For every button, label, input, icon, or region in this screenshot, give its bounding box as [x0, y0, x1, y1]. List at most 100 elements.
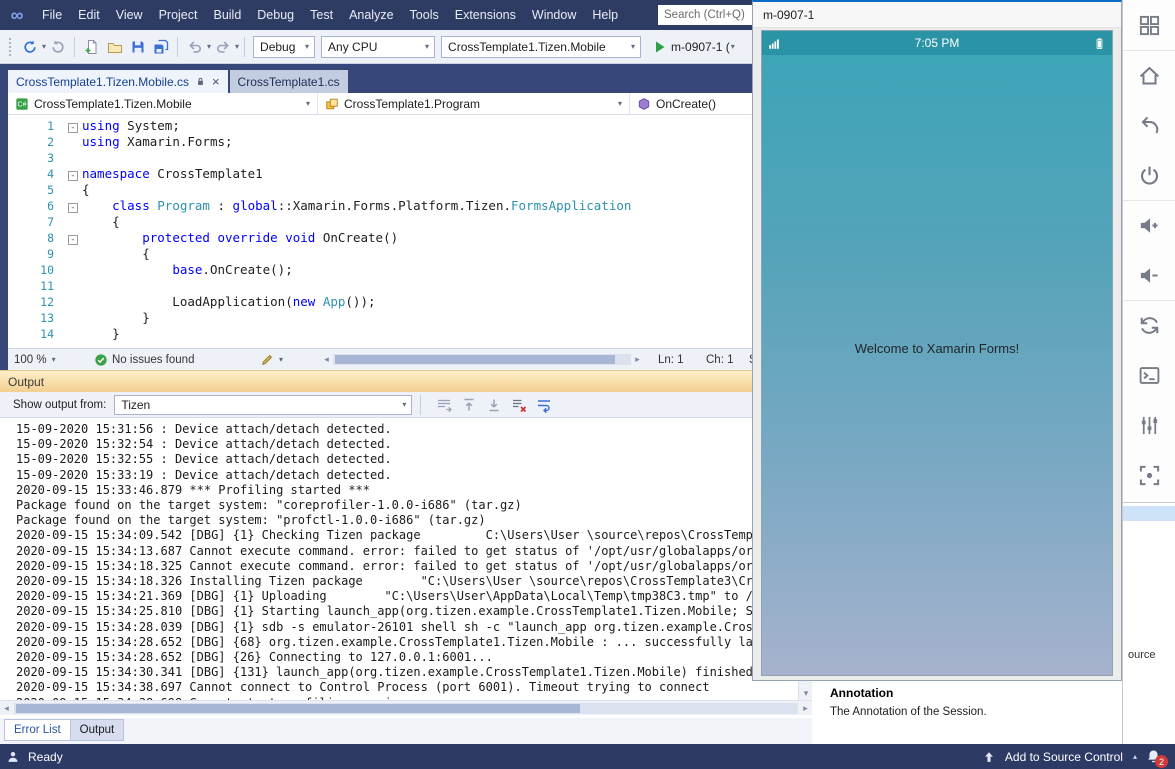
save-icon[interactable]: [126, 35, 149, 58]
fold-marker-icon[interactable]: -: [64, 166, 82, 182]
code-line[interactable]: 11: [8, 278, 804, 294]
output-line: 2020-09-15 15:34:09.542 [DBG] {1} Checki…: [16, 528, 798, 543]
tab-crosstemplate1-cs[interactable]: CrossTemplate1.cs: [230, 70, 348, 93]
new-file-icon[interactable]: [80, 35, 103, 58]
source-control-caret-icon[interactable]: ▴: [1133, 752, 1137, 761]
volume-down-icon[interactable]: [1123, 250, 1175, 300]
code-line[interactable]: 13 }: [8, 310, 804, 326]
messages-icon[interactable]: [434, 395, 454, 415]
output-horizontal-scrollbar[interactable]: ◂ ▸: [0, 700, 812, 715]
issues-indicator[interactable]: No issues found: [94, 349, 194, 370]
redo-caret-icon[interactable]: ▾: [235, 42, 239, 51]
open-file-icon[interactable]: [103, 35, 126, 58]
menu-analyze[interactable]: Analyze: [341, 0, 401, 30]
menu-debug[interactable]: Debug: [249, 0, 302, 30]
output-source-value: Tizen: [121, 398, 150, 412]
menu-project[interactable]: Project: [151, 0, 206, 30]
emulator-title-bar[interactable]: m-0907-1: [753, 2, 1121, 28]
code-line[interactable]: 12 LoadApplication(new App());: [8, 294, 804, 310]
startup-project-dropdown[interactable]: CrossTemplate1.Tizen.Mobile▾: [441, 36, 641, 58]
zoom-value: 100 %: [14, 354, 47, 366]
output-log[interactable]: 15-09-2020 15:31:56 : Device attach/deta…: [0, 418, 798, 700]
code-line[interactable]: 1-using System;: [8, 118, 804, 134]
feedback-icon[interactable]: [6, 750, 20, 764]
menu-view[interactable]: View: [108, 0, 151, 30]
menu-tools[interactable]: Tools: [402, 0, 447, 30]
undo-icon[interactable]: [183, 35, 206, 58]
project-dropdown[interactable]: C# CrossTemplate1.Tizen.Mobile ▾: [8, 93, 318, 114]
shell-icon[interactable]: [1123, 350, 1175, 400]
tab-close-icon[interactable]: ×: [212, 75, 220, 88]
solution-configuration-dropdown[interactable]: Debug▾: [253, 36, 315, 58]
code-line[interactable]: 4-namespace CrossTemplate1: [8, 166, 804, 182]
tab-error-list[interactable]: Error List: [4, 719, 71, 741]
output-line: 2020-09-15 15:33:46.879 *** Profiling st…: [16, 483, 798, 498]
notifications-bell-icon[interactable]: 2: [1146, 749, 1161, 764]
output-line: 2020-09-15 15:34:28.652 [DBG] {68} org.t…: [16, 635, 798, 650]
navigate-forward-icon[interactable]: [46, 35, 69, 58]
clear-all-icon[interactable]: [509, 395, 529, 415]
scroll-left-icon[interactable]: ◂: [320, 354, 333, 365]
tab-output[interactable]: Output: [71, 719, 125, 741]
scroll-right-icon[interactable]: ▸: [799, 703, 812, 714]
output-panel-header[interactable]: Output: [0, 370, 812, 392]
menu-file[interactable]: File: [34, 0, 70, 30]
editor-horizontal-scrollbar[interactable]: ◂ ▸: [320, 352, 644, 367]
code-line[interactable]: 14 }: [8, 326, 804, 342]
add-to-source-control-button[interactable]: Add to Source Control: [1005, 750, 1123, 764]
emulator-screen[interactable]: 7:05 PM Welcome to Xamarin Forms!: [761, 30, 1113, 676]
home-icon[interactable]: [1123, 50, 1175, 100]
tab-label: CrossTemplate1.cs: [238, 75, 340, 89]
navigate-back-icon[interactable]: [18, 35, 41, 58]
menu-extensions[interactable]: Extensions: [447, 0, 524, 30]
code-line[interactable]: 6- class Program : global::Xamarin.Forms…: [8, 198, 804, 214]
output-source-dropdown[interactable]: Tizen▾: [114, 395, 412, 415]
controller-icon[interactable]: [1123, 400, 1175, 450]
back-nav-icon[interactable]: [1123, 100, 1175, 150]
menu-test[interactable]: Test: [302, 0, 341, 30]
scroll-left-icon[interactable]: ◂: [0, 703, 13, 714]
volume-up-icon[interactable]: [1123, 200, 1175, 250]
code-cleanup-button[interactable]: ▾: [260, 349, 283, 370]
code-line[interactable]: 3: [8, 150, 804, 166]
menu-build[interactable]: Build: [205, 0, 249, 30]
scroll-down-icon[interactable]: ▾: [799, 686, 813, 700]
code-line[interactable]: 10 base.OnCreate();: [8, 262, 804, 278]
output-line: 2020-09-15 15:34:25.810 [DBG] {1} Starti…: [16, 604, 798, 619]
code-line[interactable]: 7 {: [8, 214, 804, 230]
solution-platform-value: Any CPU: [328, 40, 377, 54]
apps-grid-icon[interactable]: [1123, 0, 1175, 50]
toolbar-grip[interactable]: [9, 38, 14, 56]
line-indicator: Ln: 1: [658, 349, 684, 370]
line-number: 12: [8, 294, 64, 310]
fold-marker-icon[interactable]: -: [64, 118, 82, 134]
previous-message-icon[interactable]: [459, 395, 479, 415]
zoom-dropdown[interactable]: 100 %▾: [14, 349, 56, 370]
code-line[interactable]: 9 {: [8, 246, 804, 262]
search-input[interactable]: Search (Ctrl+Q): [658, 5, 752, 25]
menu-help[interactable]: Help: [584, 0, 626, 30]
output-panel: Output Show output from: Tizen▾ 15-09-20…: [0, 370, 812, 718]
scan-icon[interactable]: [1123, 450, 1175, 500]
publish-up-icon: [982, 750, 996, 764]
next-message-icon[interactable]: [484, 395, 504, 415]
word-wrap-icon[interactable]: [534, 395, 554, 415]
fold-marker-icon[interactable]: -: [64, 198, 82, 214]
solution-platform-dropdown[interactable]: Any CPU▾: [321, 36, 435, 58]
start-debugging-button[interactable]: m-0907-1 ( ▾: [648, 35, 735, 58]
rotate-icon[interactable]: [1123, 300, 1175, 350]
scroll-right-icon[interactable]: ▸: [631, 354, 644, 365]
tab-crosstemplate1-tizen-mobile-cs[interactable]: CrossTemplate1.Tizen.Mobile.cs ×: [8, 70, 228, 93]
redo-icon[interactable]: [211, 35, 234, 58]
tab-label: CrossTemplate1.Tizen.Mobile.cs: [16, 75, 189, 89]
code-line[interactable]: 8- protected override void OnCreate(): [8, 230, 804, 246]
menu-window[interactable]: Window: [524, 0, 584, 30]
code-line[interactable]: 5{: [8, 182, 804, 198]
fold-marker-icon[interactable]: -: [64, 230, 82, 246]
type-dropdown[interactable]: CrossTemplate1.Program ▾: [318, 93, 630, 114]
code-editor[interactable]: 1-using System;2using Xamarin.Forms;34-n…: [8, 115, 804, 348]
save-all-icon[interactable]: [149, 35, 172, 58]
menu-edit[interactable]: Edit: [70, 0, 108, 30]
code-line[interactable]: 2using Xamarin.Forms;: [8, 134, 804, 150]
power-icon[interactable]: [1123, 150, 1175, 200]
